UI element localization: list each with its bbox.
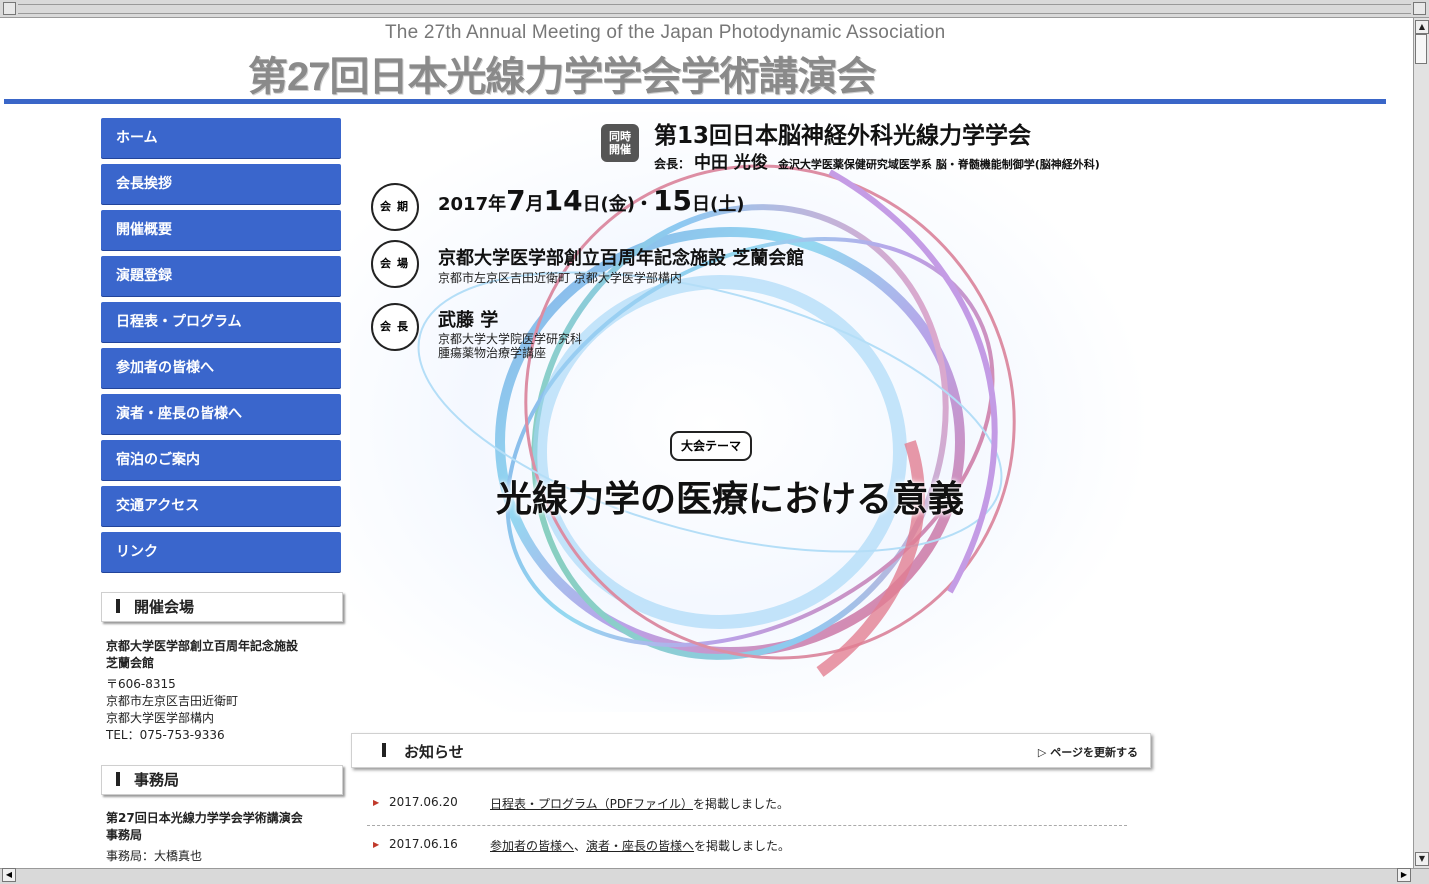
joint-president: 会長： 中田 光俊 金沢大学医薬保健研究域医学系 脳・脊髄機能制御学(脳神経外科) [654, 148, 1100, 173]
office-name: 第27回日本光線力学学会学術講演会 事務局 [106, 811, 303, 842]
venue-heading: 開催会場 [101, 592, 343, 622]
news-heading: お知らせ ▷ ページを更新する [351, 733, 1151, 768]
nav-item-greeting[interactable]: 会長挨拶 [101, 164, 341, 204]
joint-president-affiliation: 金沢大学医薬保健研究域医学系 脳・脊髄機能制御学(脳神経外科) [777, 158, 1100, 171]
nav-item-speakers[interactable]: 演者・座長の皆様へ [101, 394, 341, 434]
sidebar-nav: ホーム 会長挨拶 開催概要 演題登録 日程表・プログラム 参加者の皆様へ 演者・… [101, 118, 341, 578]
bullet-triangle-icon: ▶ [373, 798, 380, 807]
news-title: お知らせ [382, 741, 464, 762]
scroll-thumb[interactable] [1415, 34, 1427, 64]
date-month-char: 月 [525, 194, 544, 215]
news-item: ▶ 2017.06.20 日程表・プログラム（PDFファイル）を掲載しました。 [367, 795, 1127, 825]
bullet-triangle-icon: ▶ [373, 840, 380, 849]
news-date: 2017.06.20 [389, 795, 458, 809]
site-subtitle-en: The 27th Annual Meeting of the Japan Pho… [385, 22, 946, 43]
venue-tel: TEL：075-753-9336 [106, 728, 225, 742]
nav-item-participants[interactable]: 参加者の皆様へ [101, 348, 341, 388]
title-bar-stripes [18, 4, 1411, 14]
president-name: 武藤 学 [438, 310, 499, 331]
nav-item-access[interactable]: 交通アクセス [101, 486, 341, 526]
nav-item-links[interactable]: リンク [101, 532, 341, 572]
vertical-scrollbar[interactable]: ▲ ▼ [1413, 18, 1429, 868]
venue-label-circle: 会場 [371, 240, 419, 288]
header-rule [4, 99, 1386, 104]
site-title[interactable]: 第27回日本光線力学学会学術講演会 [248, 44, 876, 102]
joint-meeting-title: 第13回日本脳神経外科光線力学学会 [654, 123, 1032, 149]
office-person: 事務局：大橋真也 [106, 849, 203, 863]
nav-item-program[interactable]: 日程表・プログラム [101, 302, 341, 342]
date-month: 7 [506, 184, 526, 217]
office-info: 第27回日本光線力学学会学術講演会 事務局 事務局：大橋真也 [106, 810, 346, 865]
scroll-right-icon[interactable]: ▶ [1397, 868, 1411, 882]
nav-item-accommodation[interactable]: 宿泊のご案内 [101, 440, 341, 480]
date-nen: 年 [488, 194, 507, 215]
close-box-icon[interactable] [3, 2, 16, 15]
office-heading-label: 事務局 [134, 771, 180, 789]
president-label-circle: 会長 [371, 303, 419, 351]
news-link[interactable]: 参加者の皆様へ [490, 839, 574, 853]
date-year: 2017 [438, 194, 489, 215]
news-message: 日程表・プログラム（PDFファイル）を掲載しました。 [490, 795, 789, 812]
hero-venue-name: 京都大学医学部創立百周年記念施設 芝蘭会館 [438, 248, 805, 269]
joint-meeting-badge: 同時 開催 [601, 124, 639, 162]
venue-info: 京都大学医学部創立百周年記念施設 芝蘭会館 〒606-8315 京都市左京区吉田… [106, 638, 346, 744]
venue-address1: 京都市左京区吉田近衛町 [106, 694, 239, 708]
heading-bar-icon [116, 598, 120, 613]
scroll-down-icon[interactable]: ▼ [1415, 852, 1429, 866]
scroll-up-icon[interactable]: ▲ [1415, 20, 1429, 34]
president-affiliation-1: 京都大学大学院医学研究科 [438, 332, 583, 346]
heading-bar-icon [116, 771, 120, 786]
meeting-theme: 光線力学の医療における意義 [495, 479, 964, 520]
news-link[interactable]: 日程表・プログラム（PDFファイル） [490, 797, 693, 811]
nav-item-abstract[interactable]: 演題登録 [101, 256, 341, 296]
news-separator: 、 [574, 839, 587, 853]
horizontal-scrollbar[interactable]: ◀ ▶ [0, 868, 1429, 884]
period-label-circle: 会期 [371, 183, 419, 231]
refresh-page-link[interactable]: ▷ ページを更新する [1038, 744, 1138, 760]
venue-postal: 〒606-8315 [106, 677, 176, 691]
venue-heading-label: 開催会場 [134, 598, 195, 616]
nav-item-home[interactable]: ホーム [101, 118, 341, 158]
joint-president-name: 中田 光俊 [694, 153, 768, 173]
date-day1: 14 [543, 184, 583, 217]
hero-venue-address: 京都市左京区吉田近衛町 京都大学医学部構内 [438, 271, 682, 285]
joint-president-label: 会長： [654, 157, 691, 171]
theme-tag: 大会テーマ [670, 431, 752, 461]
zoom-box-icon[interactable] [1413, 2, 1426, 15]
office-heading: 事務局 [101, 765, 343, 795]
news-message: 参加者の皆様へ、演者・座長の皆様へを掲載しました。 [490, 837, 790, 854]
news-rest: を掲載しました。 [693, 797, 790, 811]
president-affiliation-2: 腫瘍薬物治療学講座 [438, 346, 547, 360]
news-date: 2017.06.16 [389, 837, 458, 851]
news-item: ▶ 2017.06.16 参加者の皆様へ、演者・座長の皆様へを掲載しました。 [367, 837, 1127, 867]
date-day1-suffix: 日(金)・ [582, 194, 654, 215]
scroll-left-icon[interactable]: ◀ [2, 868, 16, 882]
window-title-bar [0, 0, 1429, 18]
date-day2: 15 [653, 184, 692, 217]
news-link-2[interactable]: 演者・座長の皆様へ [586, 839, 694, 853]
news-rest: を掲載しました。 [694, 839, 791, 853]
venue-address2: 京都大学医学部構内 [106, 711, 215, 725]
news-title-label: お知らせ [404, 743, 464, 761]
meeting-dates: 2017年7月14日(金)・15日(土) [438, 184, 744, 217]
nav-item-overview[interactable]: 開催概要 [101, 210, 341, 250]
venue-name: 京都大学医学部創立百周年記念施設 芝蘭会館 [106, 639, 299, 670]
date-day2-suffix: 日(土) [691, 194, 745, 215]
news-divider [367, 825, 1127, 826]
